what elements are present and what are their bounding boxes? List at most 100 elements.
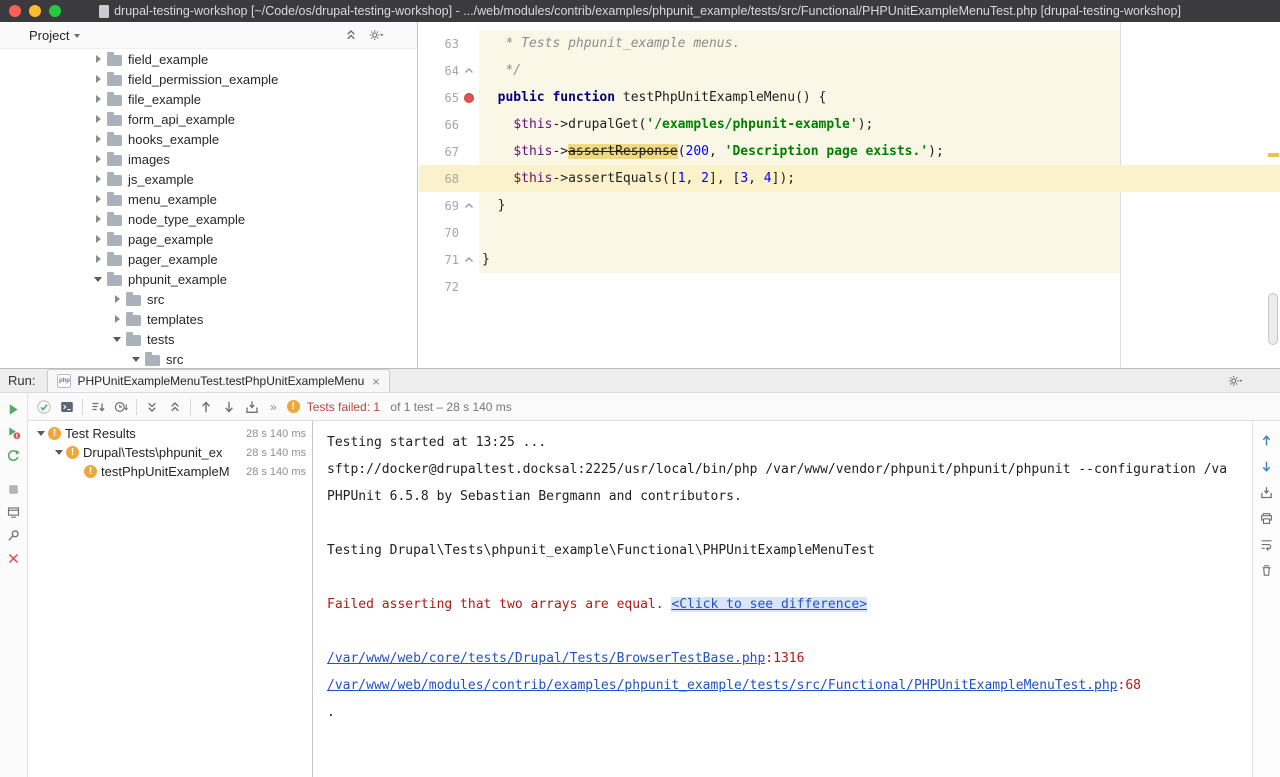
- chevron-down-icon[interactable]: [34, 431, 48, 436]
- chevron-right-icon[interactable]: [111, 293, 123, 305]
- tree-item-node_type_example[interactable]: node_type_example: [0, 209, 417, 229]
- close-window-button[interactable]: [9, 5, 21, 17]
- clear-all-button[interactable]: [1255, 557, 1279, 583]
- project-panel-header: Project: [0, 22, 417, 49]
- tree-item-pager_example[interactable]: pager_example: [0, 249, 417, 269]
- chevron-right-icon[interactable]: [92, 193, 104, 205]
- run-tab[interactable]: php PHPUnitExampleMenuTest.testPhpUnitEx…: [47, 369, 389, 392]
- chevron-right-icon[interactable]: [92, 93, 104, 105]
- editor-scrollbar[interactable]: [1268, 293, 1278, 345]
- collapse-all-button[interactable]: [167, 399, 183, 415]
- settings-gear-button[interactable]: [368, 27, 384, 43]
- close-button[interactable]: [2, 547, 26, 570]
- print-button[interactable]: [1255, 505, 1279, 531]
- overflow-chevron[interactable]: »: [270, 400, 277, 414]
- chevron-down-icon[interactable]: [52, 450, 66, 455]
- chevron-right-icon[interactable]: [92, 253, 104, 265]
- project-panel-title[interactable]: Project: [29, 28, 69, 43]
- test-tree-row[interactable]: Test Results28 s 140 ms: [29, 424, 312, 443]
- test-tree-row[interactable]: testPhpUnitExampleM28 s 140 ms: [29, 462, 312, 481]
- fold-marker-icon[interactable]: [463, 200, 475, 212]
- close-tab-icon[interactable]: ×: [372, 375, 380, 388]
- editor-line-63[interactable]: 63 * Tests phpunit_example menus.: [419, 30, 1280, 57]
- chevron-right-icon[interactable]: [92, 73, 104, 85]
- tree-item-src[interactable]: src: [0, 289, 417, 309]
- editor-line-68[interactable]: 68 $this->assertEquals([1, 2], [3, 4]);: [419, 165, 1280, 192]
- tree-item-field_example[interactable]: field_example: [0, 49, 417, 69]
- tree-item-templates[interactable]: templates: [0, 309, 417, 329]
- hide-panel-button[interactable]: [393, 27, 409, 43]
- sort-alphabetically-button[interactable]: [90, 399, 106, 415]
- code-editor[interactable]: 63 * Tests phpunit_example menus.64 */65…: [419, 22, 1280, 368]
- chevron-right-icon[interactable]: [92, 233, 104, 245]
- up-stack-trace-button[interactable]: [1255, 427, 1279, 453]
- chevron-right-icon[interactable]: [92, 53, 104, 65]
- previous-failed-test-button[interactable]: [198, 399, 214, 415]
- chevron-right-icon[interactable]: [111, 313, 123, 325]
- restore-layout-button[interactable]: [2, 501, 26, 524]
- tree-item-js_example[interactable]: js_example: [0, 169, 417, 189]
- editor-line-67[interactable]: 67 $this->assertResponse(200, 'Descripti…: [419, 138, 1280, 165]
- down-stack-trace-button[interactable]: [1255, 453, 1279, 479]
- import-test-results-button[interactable]: [244, 399, 260, 415]
- chevron-right-icon[interactable]: [92, 113, 104, 125]
- chevron-down-icon[interactable]: [111, 333, 123, 345]
- chevron-right-icon[interactable]: [92, 153, 104, 165]
- run-left-toolbar: [0, 393, 28, 777]
- tree-item-menu_example[interactable]: menu_example: [0, 189, 417, 209]
- console-output[interactable]: Testing started at 13:25 ...sftp://docke…: [313, 421, 1252, 777]
- test-failed-gutter-icon[interactable]: [464, 93, 474, 103]
- minimize-window-button[interactable]: [29, 5, 41, 17]
- rerun-button[interactable]: [2, 398, 26, 421]
- chevron-down-icon[interactable]: [130, 353, 142, 365]
- editor-line-70[interactable]: 70: [419, 219, 1280, 246]
- traffic-lights: [9, 5, 61, 17]
- stop-button[interactable]: [2, 478, 26, 501]
- hide-panel-button[interactable]: [1252, 373, 1268, 389]
- editor-line-69[interactable]: 69 }: [419, 192, 1280, 219]
- editor-line-72[interactable]: 72: [419, 273, 1280, 300]
- code-text: $this->assertEquals([1, 2], [3, 4]);: [478, 171, 795, 186]
- show-passed-button[interactable]: [36, 399, 52, 415]
- console-link[interactable]: <Click to see difference>: [671, 597, 867, 612]
- tree-item-tests[interactable]: tests: [0, 329, 417, 349]
- tree-item-images[interactable]: images: [0, 149, 417, 169]
- test-node-label: Drupal\Tests\phpunit_ex: [83, 445, 222, 460]
- rerun-failed-tests-button[interactable]: [2, 421, 26, 444]
- tree-item-field_permission_example[interactable]: field_permission_example: [0, 69, 417, 89]
- export-test-results-button[interactable]: [1255, 479, 1279, 505]
- test-tree-row[interactable]: Drupal\Tests\phpunit_ex28 s 140 ms: [29, 443, 312, 462]
- editor-line-65[interactable]: 65 public function testPhpUnitExampleMen…: [419, 84, 1280, 111]
- tree-item-form_api_example[interactable]: form_api_example: [0, 109, 417, 129]
- soft-wrap-button[interactable]: [1255, 531, 1279, 557]
- next-failed-test-button[interactable]: [221, 399, 237, 415]
- tree-item-hooks_example[interactable]: hooks_example: [0, 129, 417, 149]
- editor-line-71[interactable]: 71}: [419, 246, 1280, 273]
- chevron-right-icon[interactable]: [92, 213, 104, 225]
- chevron-down-icon[interactable]: [92, 273, 104, 285]
- console-text: .: [327, 705, 335, 720]
- chevron-down-icon[interactable]: [74, 34, 80, 38]
- tree-item-phpunit_example[interactable]: phpunit_example: [0, 269, 417, 289]
- pin-tab-button[interactable]: [2, 524, 26, 547]
- editor-line-66[interactable]: 66 $this->drupalGet('/examples/phpunit-e…: [419, 111, 1280, 138]
- settings-gear-button[interactable]: [1227, 373, 1243, 389]
- fold-marker-icon[interactable]: [463, 65, 475, 77]
- collapse-all-button[interactable]: [343, 27, 359, 43]
- editor-line-64[interactable]: 64 */: [419, 57, 1280, 84]
- expand-all-button[interactable]: [144, 399, 160, 415]
- zoom-window-button[interactable]: [49, 5, 61, 17]
- tree-item-file_example[interactable]: file_example: [0, 89, 417, 109]
- fold-marker-icon[interactable]: [463, 254, 475, 266]
- chevron-right-icon[interactable]: [92, 133, 104, 145]
- show-console-inline-button[interactable]: [59, 399, 75, 415]
- tree-item-page_example[interactable]: page_example: [0, 229, 417, 249]
- sort-by-duration-button[interactable]: [113, 399, 129, 415]
- console-link[interactable]: /var/www/web/modules/contrib/examples/ph…: [327, 678, 1118, 693]
- console-link[interactable]: /var/www/web/core/tests/Drupal/Tests/Bro…: [327, 651, 765, 666]
- chevron-right-icon[interactable]: [92, 173, 104, 185]
- line-number: 64: [419, 64, 459, 78]
- toggle-auto-test-button[interactable]: [2, 444, 26, 467]
- test-duration: 28 s 140 ms: [240, 428, 306, 440]
- tree-item-src[interactable]: src: [0, 349, 417, 368]
